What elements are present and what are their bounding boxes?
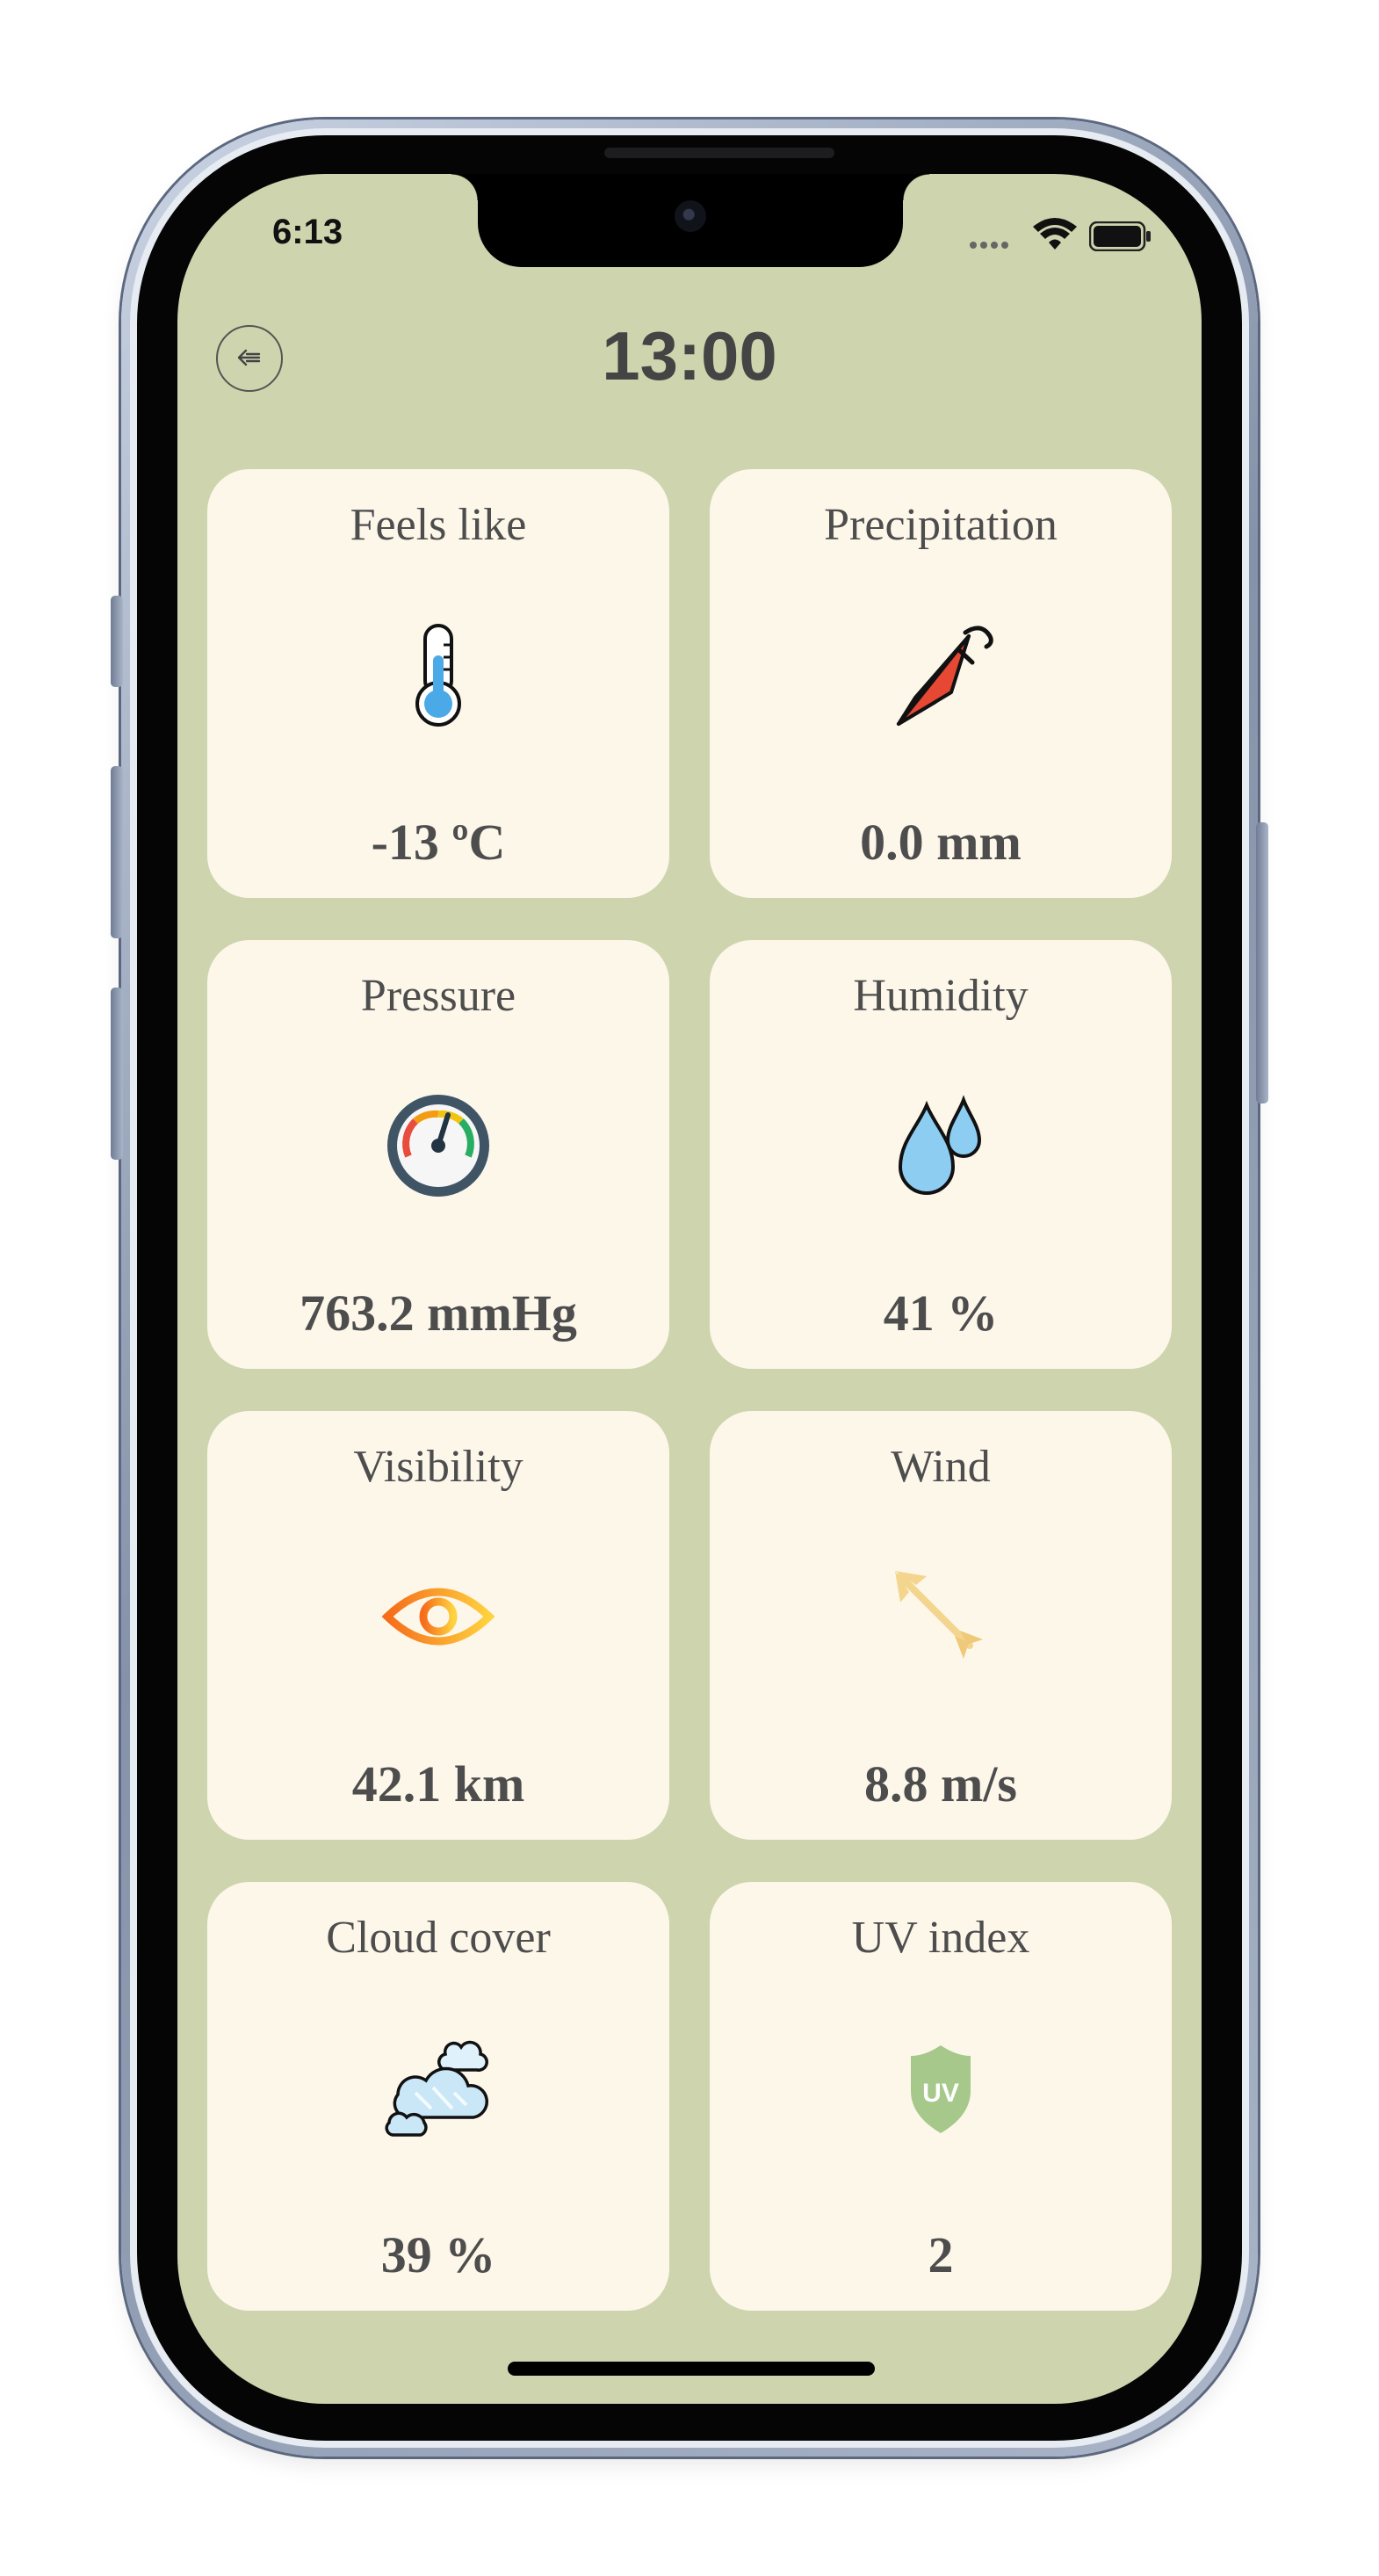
card-label: UV index [851,1913,1030,1963]
front-camera [675,200,706,232]
water-drops-icon [898,1095,982,1195]
card-label: Visibility [353,1442,523,1492]
volume-up-button [111,766,123,938]
umbrella-icon [897,626,993,726]
card-value: -13 ºC [371,814,506,871]
eye-icon [382,1588,495,1646]
page-header: 13:00 [177,295,1202,401]
card-feels-like: Feels like -13 ºC [207,469,669,898]
card-uv-index: UV index UV 2 [710,1882,1172,2311]
page-title: 13:00 [602,317,777,394]
card-label: Feels like [350,500,527,550]
card-humidity: Humidity 41 % [710,940,1172,1369]
uv-shield-icon: UV [911,2045,971,2133]
clouds-icon [385,2040,488,2137]
card-visibility: Visibility 42.1 km [207,1411,669,1840]
thermometer-icon [415,624,461,727]
silent-switch [111,596,123,687]
battery-icon [1089,221,1151,251]
uv-shield-text: UV [922,2079,959,2108]
card-value: 41 % [883,1284,999,1342]
wifi-icon [1033,218,1077,250]
home-indicator[interactable] [508,2362,875,2376]
app-screen: 6:13 13:00 Feels like -13 ºC Precipitati… [177,174,1202,2404]
volume-down-button [111,988,123,1160]
signal-dots-icon [970,237,1014,249]
power-button [1256,822,1268,1103]
card-value: 2 [928,2226,954,2283]
status-time: 6:13 [272,213,343,251]
speaker-grille [604,148,834,158]
weather-details-grid: Feels like -13 ºC Precipitation 0.0 mm P… [207,469,1172,2314]
card-wind: Wind 8.8 m/s [710,1411,1172,1840]
wind-direction-arrow-icon [895,1571,983,1659]
card-precipitation: Precipitation 0.0 mm [710,469,1172,898]
card-cloud-cover: Cloud cover 39 % [207,1882,669,2311]
card-value: 42.1 km [351,1755,525,1813]
card-value: 0.0 mm [860,814,1022,871]
card-label: Humidity [853,971,1029,1021]
card-value: 39 % [380,2226,496,2283]
card-pressure: Pressure 763.2 mmHg [207,940,669,1369]
card-label: Wind [891,1442,991,1492]
pressure-gauge-icon [387,1095,489,1197]
card-label: Pressure [360,971,516,1021]
card-value: 8.8 m/s [864,1755,1017,1813]
notch [451,174,929,267]
card-label: Cloud cover [326,1913,551,1963]
card-value: 763.2 mmHg [300,1284,577,1342]
card-label: Precipitation [824,500,1058,550]
